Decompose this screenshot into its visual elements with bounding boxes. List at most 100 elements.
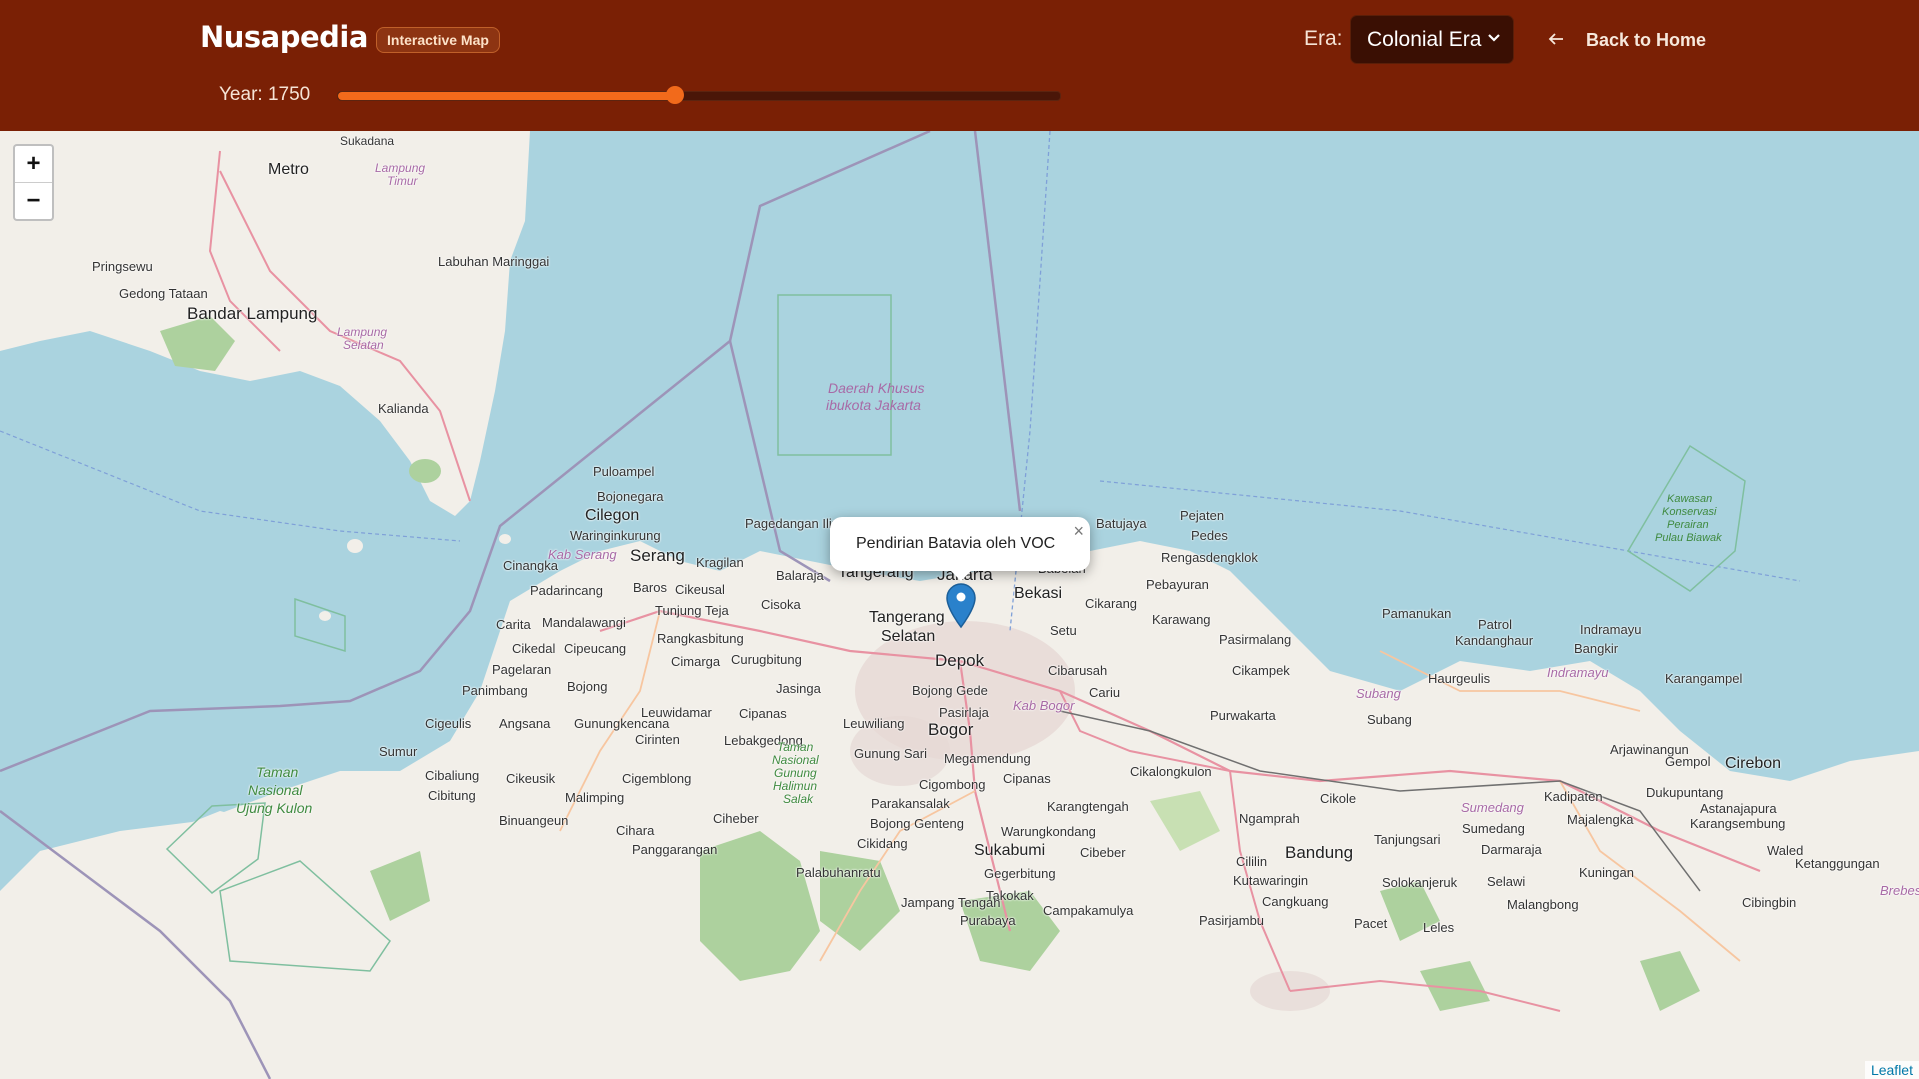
place-label-pedes: Pedes bbox=[1191, 528, 1228, 543]
place-label-taman-gh-5: Salak bbox=[783, 792, 814, 806]
place-label-malangbong: Malangbong bbox=[1507, 897, 1579, 912]
brand-title[interactable]: Nusapedia bbox=[200, 20, 368, 54]
place-label-cikidang: Cikidang bbox=[857, 836, 908, 851]
place-label-sukabumi: Sukabumi bbox=[974, 842, 1046, 859]
place-label-cibarusah: Cibarusah bbox=[1048, 663, 1108, 678]
place-label-sumedang2: Sumedang bbox=[1462, 821, 1525, 836]
place-label-cikedal: Cikedal bbox=[512, 641, 556, 656]
place-label-haurgeulis: Haurgeulis bbox=[1428, 671, 1491, 686]
back-to-home-link[interactable]: Back to Home bbox=[1548, 30, 1706, 51]
place-label-karangtengah: Karangtengah bbox=[1047, 799, 1129, 814]
place-label-taman-gh-3: Gunung bbox=[774, 766, 817, 780]
place-label-taman-gh-4: Halimun bbox=[773, 779, 818, 793]
close-icon[interactable]: × bbox=[1073, 521, 1084, 542]
place-label-pejaten: Pejaten bbox=[1180, 508, 1225, 523]
place-label-batujaya: Batujaya bbox=[1096, 516, 1147, 531]
place-label-rangkas: Rangkasbitung bbox=[657, 631, 744, 646]
place-label-tanjungsari: Tanjungsari bbox=[1374, 832, 1441, 847]
place-label-karangampel: Karangampel bbox=[1665, 671, 1743, 686]
place-label-lampung-selatan-2: Selatan bbox=[343, 338, 384, 352]
place-label-megamendung: Megamendung bbox=[944, 751, 1031, 766]
place-label-pagelaran: Pagelaran bbox=[492, 662, 552, 677]
place-label-jasinga: Jasinga bbox=[776, 681, 821, 696]
place-label-leles: Leles bbox=[1423, 920, 1455, 935]
place-label-setu: Setu bbox=[1050, 623, 1077, 638]
place-label-cibingbin: Cibingbin bbox=[1742, 895, 1797, 910]
place-label-indramayu-kab: Indramayu bbox=[1547, 665, 1609, 680]
region-label: ibukota Jakarta bbox=[826, 397, 921, 413]
place-label-mandalawangi: Mandalawangi bbox=[542, 615, 626, 630]
place-label-binuangeun: Binuangeun bbox=[499, 813, 569, 828]
place-label-warung: Warungkondang bbox=[1001, 824, 1096, 839]
leaflet-attribution-link[interactable]: Leaflet bbox=[1871, 1062, 1913, 1078]
place-label-cikampek: Cikampek bbox=[1232, 663, 1290, 678]
place-label-pacet: Pacet bbox=[1354, 916, 1388, 931]
place-label-cilegon: Cilegon bbox=[585, 507, 640, 524]
place-label-subang-kab: Subang bbox=[1356, 686, 1401, 701]
place-label-cikalongkulon: Cikalongkulon bbox=[1130, 764, 1212, 779]
era-select[interactable]: Colonial Era bbox=[1350, 15, 1514, 64]
place-label-cirebon: Cirebon bbox=[1725, 755, 1782, 772]
place-label-pagedangan: Pagedangan Ilir bbox=[745, 516, 837, 531]
place-label-balaraja: Balaraja bbox=[776, 568, 824, 583]
place-label-gegerbitung: Gegerbitung bbox=[984, 866, 1056, 881]
place-label-pringsewu: Pringsewu bbox=[92, 259, 153, 274]
place-label-solokan: Solokanjeruk bbox=[1382, 875, 1458, 890]
place-label-pamanukan: Pamanukan bbox=[1382, 606, 1452, 621]
place-label-cigombong: Cigombong bbox=[919, 777, 986, 792]
year-slider[interactable] bbox=[337, 86, 1061, 104]
place-label-carita: Carita bbox=[496, 617, 531, 632]
zoom-out-button[interactable]: − bbox=[15, 183, 52, 219]
place-label-cigemblong: Cigemblong bbox=[622, 771, 692, 786]
place-label-taman-1: Taman bbox=[256, 764, 299, 780]
map-popup: Pendirian Batavia oleh VOC × bbox=[830, 517, 1090, 581]
region-label-kawasan: Pulau Biawak bbox=[1655, 532, 1722, 544]
map-view[interactable]: Metro Sukadana Lampung Timur Labuhan Maringg… bbox=[0, 131, 1919, 1079]
place-label-cikole: Cikole bbox=[1320, 791, 1357, 806]
popup-text: Pendirian Batavia oleh VOC bbox=[856, 535, 1056, 552]
place-label-gunung-sari: Gunung Sari bbox=[854, 746, 927, 761]
place-label-kandanghaur: Kandanghaur bbox=[1455, 633, 1534, 648]
popup-tip bbox=[950, 570, 972, 581]
place-label-tangsel-2: Selatan bbox=[881, 628, 936, 645]
place-label-lampung-timur-2: Timur bbox=[387, 174, 418, 188]
place-label-bangkir: Bangkir bbox=[1574, 641, 1619, 656]
place-label-ciheber: Ciheber bbox=[713, 811, 759, 826]
place-label-cipanas1: Cipanas bbox=[739, 706, 787, 721]
place-label-lampung-selatan-1: Lampung bbox=[337, 325, 388, 339]
place-label-tunjung: Tunjung Teja bbox=[655, 603, 729, 618]
place-label-kab-bogor: Kab Bogor bbox=[1013, 698, 1075, 713]
year-slider-thumb[interactable] bbox=[666, 86, 685, 104]
place-label-campaka: Campakamulya bbox=[1043, 903, 1134, 918]
place-label-bandung: Bandung bbox=[1285, 843, 1354, 862]
place-label-kuningan: Kuningan bbox=[1579, 865, 1634, 880]
place-label-bojong-gede: Bojong Gede bbox=[912, 683, 988, 698]
place-label-purwakarta: Purwakarta bbox=[1210, 708, 1276, 723]
place-label-bojong: Bojong bbox=[567, 679, 608, 694]
place-label-taman-3: Ujung Kulon bbox=[236, 800, 313, 816]
place-label-sukadana: Sukadana bbox=[340, 134, 395, 148]
place-label-ketanggungan: Ketanggungan bbox=[1795, 856, 1880, 871]
place-label-ngamprah: Ngamprah bbox=[1239, 811, 1300, 826]
place-label-taman-gh-2: Nasional bbox=[772, 753, 819, 767]
place-label-metro: Metro bbox=[268, 161, 309, 178]
place-label-karangsembung: Karangsembung bbox=[1690, 816, 1786, 831]
place-label-darmaraja: Darmaraja bbox=[1481, 842, 1542, 857]
place-label-bogor: Bogor bbox=[928, 720, 974, 739]
place-label-gempol: Gempol bbox=[1665, 754, 1711, 769]
place-label-baros: Baros bbox=[633, 580, 667, 595]
place-label-tangsel-1: Tangerang bbox=[869, 609, 945, 626]
place-label-kragilan: Kragilan bbox=[696, 555, 744, 570]
place-label-bekasi: Bekasi bbox=[1014, 585, 1063, 602]
arrow-left-icon bbox=[1548, 30, 1564, 51]
map-attribution[interactable]: Leaflet bbox=[1864, 1061, 1919, 1079]
place-label-cihara: Cihara bbox=[616, 823, 655, 838]
place-label-taman-2: Nasional bbox=[248, 782, 303, 798]
place-label-pasirmalang: Pasirmalang bbox=[1219, 632, 1292, 647]
place-label-pulo: Puloampel bbox=[593, 464, 655, 479]
interactive-map-badge: Interactive Map bbox=[376, 27, 500, 53]
place-label-cipanas2: Cipanas bbox=[1003, 771, 1051, 786]
zoom-in-button[interactable]: + bbox=[15, 146, 52, 183]
place-label-labuhan: Labuhan Maringgai bbox=[438, 254, 550, 269]
region-label-kawasan: Perairan bbox=[1667, 519, 1709, 531]
